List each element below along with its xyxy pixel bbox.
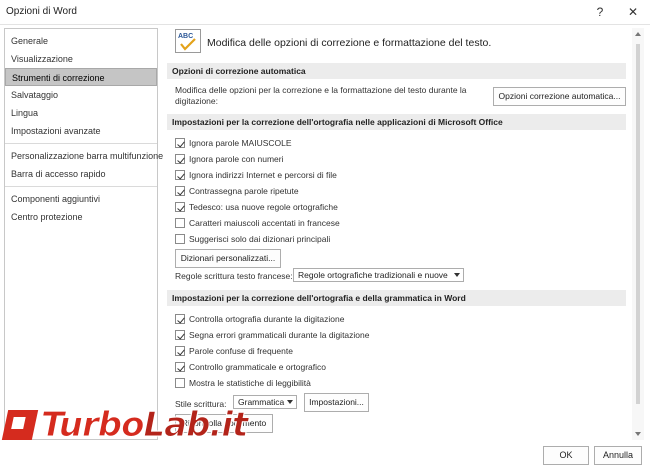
option-label: Controllo grammaticale e ortografico <box>189 362 327 372</box>
sidebar-divider <box>5 143 157 144</box>
option-label: Ignora parole MAIUSCOLE <box>189 138 292 148</box>
chevron-down-icon <box>287 400 293 404</box>
grammar-settings-button[interactable]: Impostazioni... <box>304 393 369 412</box>
section-office-spelling-heading: Impostazioni per la correzione dell'orto… <box>167 114 626 130</box>
french-rules-label: Regole scrittura testo francese: <box>175 271 293 281</box>
sidebar-item-lingua[interactable]: Lingua <box>5 104 157 122</box>
option-french-accents[interactable]: Caratteri maiuscoli accentati in frances… <box>175 216 340 230</box>
option-readability-stats[interactable]: Mostra le statistiche di leggibilità <box>175 376 311 390</box>
option-label: Ignora indirizzi Internet e percorsi di … <box>189 170 337 180</box>
turbolab-logo-icon <box>1 410 39 440</box>
checkbox-unchecked[interactable] <box>175 378 185 388</box>
section-autocorrect-heading: Opzioni di correzione automatica <box>167 63 626 79</box>
sidebar-divider <box>5 186 157 187</box>
checkbox-checked[interactable] <box>175 330 185 340</box>
option-label: Ignora parole con numeri <box>189 154 284 164</box>
checkbox-unchecked[interactable] <box>175 234 185 244</box>
checkbox-checked[interactable] <box>175 362 185 372</box>
option-label: Caratteri maiuscoli accentati in frances… <box>189 218 340 228</box>
help-button[interactable]: ? <box>591 3 609 21</box>
checkbox-checked[interactable] <box>175 186 185 196</box>
checkbox-checked[interactable] <box>175 170 185 180</box>
option-confused-words[interactable]: Parole confuse di frequente <box>175 344 293 358</box>
option-label: Segna errori grammaticali durante la dig… <box>189 330 370 340</box>
option-ignore-uppercase[interactable]: Ignora parole MAIUSCOLE <box>175 136 292 150</box>
page-header: ABC Modifica delle opzioni di correzione… <box>171 28 630 58</box>
option-label: Mostra le statistiche di leggibilità <box>189 378 311 388</box>
watermark-part2: Lab.it <box>143 405 249 446</box>
autocorrect-options-button[interactable]: Opzioni correzione automatica... <box>493 87 626 106</box>
scroll-up-icon[interactable] <box>635 32 641 36</box>
watermark-text: TurboLab.it <box>40 405 249 446</box>
chevron-down-icon <box>454 273 460 277</box>
sidebar-item-generale[interactable]: Generale <box>5 32 157 50</box>
checkbox-unchecked[interactable] <box>175 218 185 228</box>
autocorrect-description: Modifica delle opzioni per la correzione… <box>175 85 467 106</box>
sidebar: Generale Visualizzazione Strumenti di co… <box>4 28 163 440</box>
vertical-scrollbar[interactable] <box>632 28 644 440</box>
sidebar-item-strumenti-correzione[interactable]: Strumenti di correzione <box>5 68 157 86</box>
window-title: Opzioni di Word <box>6 6 77 17</box>
checkbox-checked[interactable] <box>175 138 185 148</box>
page-title: Modifica delle opzioni di correzione e f… <box>207 37 492 49</box>
option-label: Suggerisci solo dai dizionari principali <box>189 234 331 244</box>
option-label: Parole confuse di frequente <box>189 346 293 356</box>
cancel-button[interactable]: Annulla <box>594 446 642 465</box>
close-button[interactable]: ✕ <box>624 3 642 21</box>
title-bar: Opzioni di Word ? ✕ <box>0 0 650 24</box>
watermark-part1: Turbo <box>40 405 144 446</box>
sidebar-item-salvataggio[interactable]: Salvataggio <box>5 86 157 104</box>
section-word-spelling-heading: Impostazioni per la correzione dell'orto… <box>167 290 626 306</box>
ok-button[interactable]: OK <box>543 446 589 465</box>
sidebar-item-barra-accesso-rapido[interactable]: Barra di accesso rapido <box>5 165 157 183</box>
sidebar-item-visualizzazione[interactable]: Visualizzazione <box>5 50 157 68</box>
sidebar-item-centro-protezione[interactable]: Centro protezione <box>5 208 157 226</box>
option-label: Tedesco: usa nuove regole ortografiche <box>189 202 338 212</box>
scroll-down-icon[interactable] <box>635 432 641 436</box>
checkbox-checked[interactable] <box>175 202 185 212</box>
option-label: Controlla ortografia durante la digitazi… <box>189 314 345 324</box>
option-flag-repeated[interactable]: Contrassegna parole ripetute <box>175 184 299 198</box>
option-grammar-spelling[interactable]: Controllo grammaticale e ortografico <box>175 360 326 374</box>
abc-check-icon: ABC <box>175 29 201 53</box>
option-label: Contrassegna parole ripetute <box>189 186 299 196</box>
custom-dictionaries-button[interactable]: Dizionari personalizzati... <box>175 249 281 268</box>
option-ignore-internet[interactable]: Ignora indirizzi Internet e percorsi di … <box>175 168 337 182</box>
sidebar-item-impostazioni-avanzate[interactable]: Impostazioni avanzate <box>5 122 157 140</box>
turbolab-watermark: TurboLab.it <box>1 403 249 447</box>
sidebar-item-componenti-aggiuntivi[interactable]: Componenti aggiuntivi <box>5 190 157 208</box>
option-check-spelling[interactable]: Controlla ortografia durante la digitazi… <box>175 312 344 326</box>
french-rules-select[interactable]: Regole ortografiche tradizionali e nuove <box>293 268 464 282</box>
option-german-rules[interactable]: Tedesco: usa nuove regole ortografiche <box>175 200 338 214</box>
option-ignore-numbers[interactable]: Ignora parole con numeri <box>175 152 284 166</box>
sidebar-item-personalizzazione-barra[interactable]: Personalizzazione barra multifunzione <box>5 147 163 165</box>
option-main-dictionary[interactable]: Suggerisci solo dai dizionari principali <box>175 232 330 246</box>
scroll-thumb[interactable] <box>636 44 640 404</box>
svg-text:ABC: ABC <box>178 33 193 40</box>
checkbox-checked[interactable] <box>175 154 185 164</box>
checkbox-checked[interactable] <box>175 346 185 356</box>
option-mark-grammar[interactable]: Segna errori grammaticali durante la dig… <box>175 328 369 342</box>
content-pane: ABC Modifica delle opzioni di correzione… <box>163 28 630 440</box>
french-rules-value: Regole ortografiche tradizionali e nuove <box>298 270 448 280</box>
checkbox-checked[interactable] <box>175 314 185 324</box>
